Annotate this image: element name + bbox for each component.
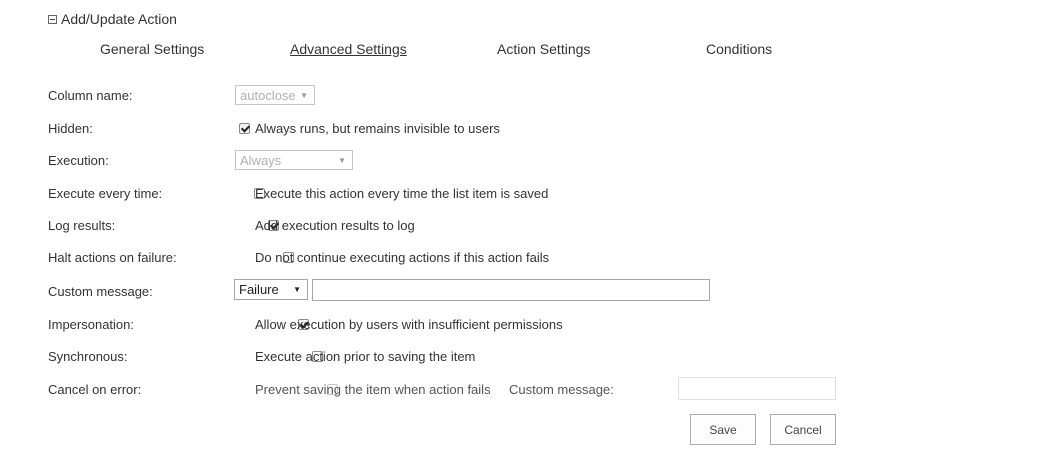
execution-label: Execution: bbox=[48, 153, 109, 168]
section-header[interactable]: Add/Update Action bbox=[48, 10, 177, 28]
hidden-checkbox-label: Always runs, but remains invisible to us… bbox=[255, 121, 500, 136]
chevron-down-icon: ▼ bbox=[293, 285, 301, 294]
cancel-custom-message-input[interactable] bbox=[678, 377, 836, 400]
custom-message-type-value: Failure bbox=[239, 282, 279, 297]
custom-message-label: Custom message: bbox=[48, 284, 153, 299]
chevron-down-icon: ▼ bbox=[338, 155, 346, 165]
column-name-label: Column name: bbox=[48, 88, 133, 103]
halt-on-failure-checkbox-label: Do not continue executing actions if thi… bbox=[255, 250, 550, 265]
impersonation-checkbox-label: Allow execution by users with insufficie… bbox=[255, 317, 563, 332]
execution-value: Always bbox=[240, 152, 282, 168]
save-button[interactable]: Save bbox=[690, 414, 756, 445]
halt-on-failure-label: Halt actions on failure: bbox=[48, 250, 177, 265]
custom-message-type-select[interactable]: Failure ▼ bbox=[234, 279, 308, 300]
cancel-on-error-label: Cancel on error: bbox=[48, 382, 142, 397]
synchronous-checkbox-label: Execute action prior to saving the item bbox=[255, 349, 476, 364]
tab-action-settings[interactable]: Action Settings bbox=[497, 41, 590, 57]
log-results-label: Log results: bbox=[48, 218, 116, 233]
cancel-button[interactable]: Cancel bbox=[770, 414, 836, 445]
tab-general-settings[interactable]: General Settings bbox=[100, 41, 204, 57]
hidden-checkbox[interactable] bbox=[239, 123, 250, 134]
cancel-custom-message-label: Custom message: bbox=[509, 382, 614, 397]
tab-advanced-settings[interactable]: Advanced Settings bbox=[290, 41, 407, 57]
tab-conditions[interactable]: Conditions bbox=[706, 41, 772, 57]
impersonation-label: Impersonation: bbox=[48, 317, 134, 332]
hidden-label: Hidden: bbox=[48, 121, 93, 136]
execution-select[interactable]: Always ▼ bbox=[235, 150, 353, 170]
log-results-checkbox-label: Add execution results to log bbox=[255, 218, 415, 233]
chevron-down-icon: ▼ bbox=[300, 90, 308, 100]
custom-message-input[interactable] bbox=[312, 279, 710, 301]
section-title: Add/Update Action bbox=[61, 11, 177, 27]
synchronous-label: Synchronous: bbox=[48, 349, 128, 364]
execute-every-time-label: Execute every time: bbox=[48, 186, 163, 201]
collapse-icon[interactable] bbox=[48, 14, 57, 24]
cancel-on-error-checkbox-label: Prevent saving the item when action fail… bbox=[255, 382, 491, 397]
execute-every-time-checkbox-label: Execute this action every time the list … bbox=[255, 186, 549, 201]
column-name-select[interactable]: autoclose ▼ bbox=[235, 85, 315, 105]
column-name-value: autoclose bbox=[240, 87, 296, 103]
